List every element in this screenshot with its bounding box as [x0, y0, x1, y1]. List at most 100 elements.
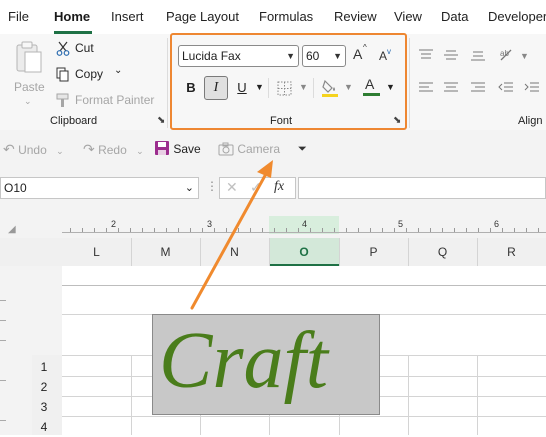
redo-icon: ↷	[83, 141, 95, 157]
enter-icon[interactable]: ✓	[250, 179, 262, 196]
save-icon	[155, 141, 169, 155]
row-header-1[interactable]: 1	[34, 357, 54, 377]
save-label: Save	[173, 142, 201, 156]
ruler-baseline	[62, 232, 546, 233]
ruler-tick	[298, 228, 299, 232]
column-header-p[interactable]: P	[339, 238, 408, 266]
ruler-mark: 5	[398, 219, 404, 229]
clipboard-launcher-icon[interactable]: ⬊	[157, 115, 165, 126]
ruler-tick	[142, 228, 143, 232]
divider	[408, 238, 409, 266]
increase-indent-icon[interactable]	[524, 81, 540, 95]
ruler-tick	[358, 228, 359, 232]
format-painter-button[interactable]: Format Painter	[56, 92, 160, 110]
row-header-4[interactable]: 4	[34, 417, 54, 437]
column-header-q[interactable]: Q	[408, 238, 477, 266]
menu-file[interactable]: File	[8, 0, 29, 34]
undo-chevron-icon: ⌄	[56, 146, 64, 156]
undo-icon: ↶	[3, 141, 15, 157]
row-header-3[interactable]: 3	[34, 397, 54, 417]
save-button[interactable]: Save	[154, 130, 201, 168]
name-box[interactable]: O10 ⌄	[0, 177, 199, 199]
worksheet-grid[interactable]: Craft	[62, 266, 546, 435]
column-header-m[interactable]: M	[131, 238, 200, 266]
decrease-indent-icon[interactable]	[498, 81, 514, 95]
customize-toolbar-icon[interactable]: ⏷	[298, 130, 307, 168]
bottom-align-icon[interactable]	[470, 48, 486, 62]
camera-button[interactable]: Camera	[218, 130, 280, 168]
grid-line	[62, 416, 546, 417]
ruler-tick	[94, 228, 95, 232]
scissors-icon	[56, 41, 70, 56]
ruler-tick	[538, 228, 539, 232]
ruler-mark: 4	[302, 219, 308, 229]
redo-label: Redo	[98, 143, 127, 157]
menu-page-layout[interactable]: Page Layout	[166, 0, 239, 34]
ruler-tick	[466, 228, 467, 232]
ruler-tick	[430, 228, 431, 232]
menu-insert[interactable]: Insert	[111, 0, 144, 34]
redo-chevron-icon: ⌄	[136, 146, 144, 156]
cut-button[interactable]: Cut	[56, 40, 116, 58]
copy-button[interactable]: Copy ⌄	[56, 65, 126, 84]
paste-icon	[16, 41, 42, 73]
camera-icon	[218, 142, 234, 156]
copy-chevron-icon[interactable]: ⌄	[114, 65, 122, 76]
ruler-tick	[214, 228, 215, 232]
middle-align-icon[interactable]	[443, 48, 459, 62]
redo-button[interactable]: ↷ Redo ⌄	[83, 130, 144, 168]
column-headers: L M N O P Q R	[0, 238, 546, 267]
orientation-chevron-icon[interactable]: ▼	[520, 51, 529, 61]
menu-review[interactable]: Review	[334, 0, 377, 34]
row-headers: 1 2 3 4	[0, 266, 62, 435]
ruler-tick	[106, 228, 107, 232]
paste-chevron-icon: ⌄	[24, 96, 32, 106]
menu-view[interactable]: View	[394, 0, 422, 34]
menu-formulas[interactable]: Formulas	[259, 0, 313, 34]
menu-home[interactable]: Home	[54, 0, 90, 34]
orientation-icon[interactable]: ab	[498, 46, 516, 64]
align-center-icon[interactable]	[443, 81, 459, 95]
divider	[269, 238, 270, 266]
cut-label: Cut	[75, 41, 94, 55]
menu-developer[interactable]: Developer	[488, 0, 546, 34]
paste-button[interactable]: Paste ⌄	[14, 40, 46, 110]
ruler-tick	[154, 228, 155, 232]
ruler-tick	[478, 228, 479, 232]
ruler-tick	[370, 228, 371, 232]
ruler-mark: 3	[207, 219, 213, 229]
ruler-corner-icon: ◢	[8, 224, 16, 235]
ruler-mark: 2	[111, 219, 117, 229]
ruler-tick	[202, 228, 203, 232]
ruler-tick	[238, 228, 239, 232]
ruler-tick	[526, 228, 527, 232]
divider	[167, 38, 168, 128]
ruler-mark: 6	[494, 219, 500, 229]
column-header-r[interactable]: R	[477, 238, 546, 266]
grid-line	[408, 355, 409, 435]
insert-function-button[interactable]: fx	[274, 179, 284, 195]
formula-input[interactable]	[298, 177, 546, 199]
menu-data[interactable]: Data	[441, 0, 468, 34]
vertical-ruler-tick	[0, 300, 6, 301]
camera-picture[interactable]: Craft	[152, 314, 380, 415]
divider	[131, 238, 132, 266]
camera-label: Camera	[237, 142, 281, 156]
cancel-icon[interactable]: ✕	[226, 179, 238, 196]
row-header-2[interactable]: 2	[34, 377, 54, 397]
column-header-n[interactable]: N	[200, 238, 269, 266]
undo-button[interactable]: ↶ Undo ⌄	[3, 130, 64, 168]
align-left-icon[interactable]	[418, 81, 434, 95]
column-header-l[interactable]: L	[62, 238, 131, 266]
paste-label: Paste	[14, 80, 45, 94]
column-header-o[interactable]: O	[269, 238, 339, 266]
ruler-tick	[166, 228, 167, 232]
ruler-tick	[190, 228, 191, 232]
grid-line	[131, 355, 132, 435]
top-align-icon[interactable]	[418, 48, 434, 62]
clipboard-group-label: Clipboard	[50, 115, 98, 127]
align-right-icon[interactable]	[470, 81, 486, 95]
formula-bar-handle-icon[interactable]: ⋮	[206, 179, 218, 193]
format-painter-label: Format Painter	[75, 93, 155, 107]
ruler-tick	[274, 228, 275, 232]
